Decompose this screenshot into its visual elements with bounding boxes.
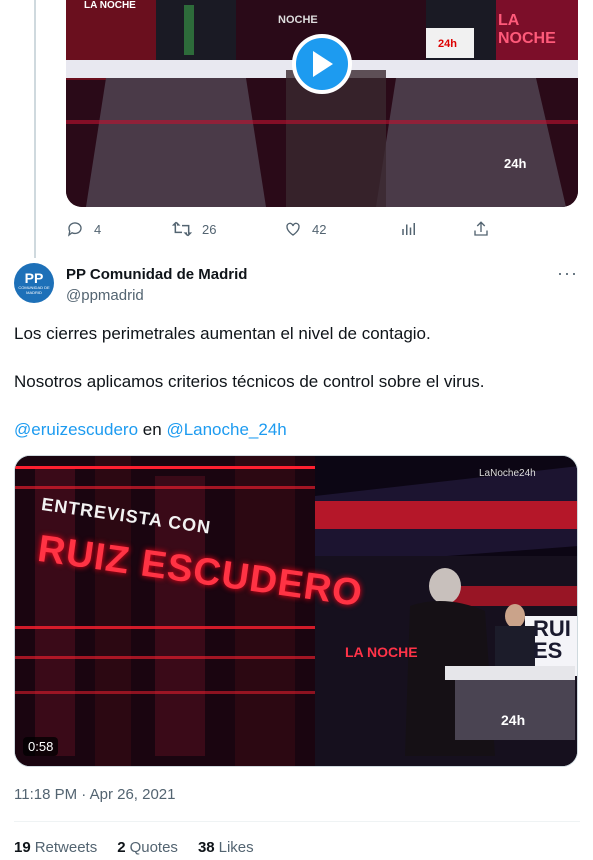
like-count: 42 [312, 221, 327, 237]
mention-lanoche[interactable]: @Lanoche_24h [166, 420, 286, 439]
retweet-icon [172, 221, 192, 237]
video-channel-tag: LaNoche24h [479, 468, 536, 479]
play-icon [313, 51, 333, 77]
reply-icon [67, 222, 82, 237]
retweet-count: 26 [202, 221, 217, 237]
analytics-icon [402, 223, 415, 235]
share-button[interactable] [472, 220, 490, 238]
thread-line [34, 0, 36, 258]
quotes-stat[interactable]: 2 Quotes [117, 839, 178, 856]
mention-eruizescudero[interactable]: @eruizescudero [14, 420, 138, 439]
author-handle[interactable]: @ppmadrid [66, 287, 144, 304]
more-options-icon[interactable]: ··· [557, 263, 578, 284]
analytics-button[interactable] [400, 220, 418, 238]
previous-tweet-video[interactable]: LA NOCHE NOCHE 24h LA NOCHE 24h [66, 0, 578, 207]
video-label-24h-screen: 24h [438, 38, 457, 50]
video-label-la-noche-right: LA NOCHE [498, 12, 556, 47]
video-label-la-noche: LA NOCHE [84, 0, 136, 11]
video-badge-24h: 24h [501, 712, 526, 728]
tweet-stats: 19 Retweets 2 Quotes 38 Likes [14, 839, 254, 856]
like-button[interactable]: 42 [284, 220, 326, 238]
mention-connector: en [142, 420, 162, 439]
heart-icon [286, 222, 300, 236]
video-badge-24h: 24h [504, 156, 527, 171]
reply-button[interactable]: 4 [66, 220, 101, 238]
tweet-video[interactable]: ENTREVISTA CON RUIZ ESCUDERO LaNoche24h … [14, 455, 578, 767]
tweet-mentions: @eruizescudero en @Lanoche_24h [14, 419, 287, 441]
tweet-text-line1: Los cierres perimetrales aumentan el niv… [14, 324, 431, 343]
previous-tweet-actions: 4 26 42 [66, 220, 506, 242]
avatar[interactable]: PP COMUNIDAD DE MADRID [14, 263, 54, 303]
retweet-button[interactable]: 26 [172, 220, 216, 238]
tweet-header: PP COMUNIDAD DE MADRID PP Comunidad de M… [14, 263, 580, 307]
video-screen-text: RUI ES [533, 616, 571, 663]
tweet-timestamp[interactable]: 11:18 PM · Apr 26, 2021 [14, 786, 176, 803]
reply-count: 4 [94, 221, 102, 237]
video-side-label: LA NOCHE [345, 644, 418, 660]
tweet-text-line2: Nosotros aplicamos criterios técnicos de… [14, 372, 485, 391]
play-button[interactable] [292, 34, 352, 94]
author-name[interactable]: PP Comunidad de Madrid [66, 266, 247, 283]
video-label-noche: NOCHE [278, 14, 318, 26]
avatar-logo-text: PP [24, 270, 44, 286]
video-duration: 0:58 [23, 737, 59, 756]
retweets-stat[interactable]: 19 Retweets [14, 839, 97, 856]
divider [14, 821, 580, 822]
share-icon [474, 221, 488, 236]
likes-stat[interactable]: 38 Likes [198, 839, 254, 856]
avatar-logo-subtext: COMUNIDAD DE MADRID [18, 285, 50, 295]
